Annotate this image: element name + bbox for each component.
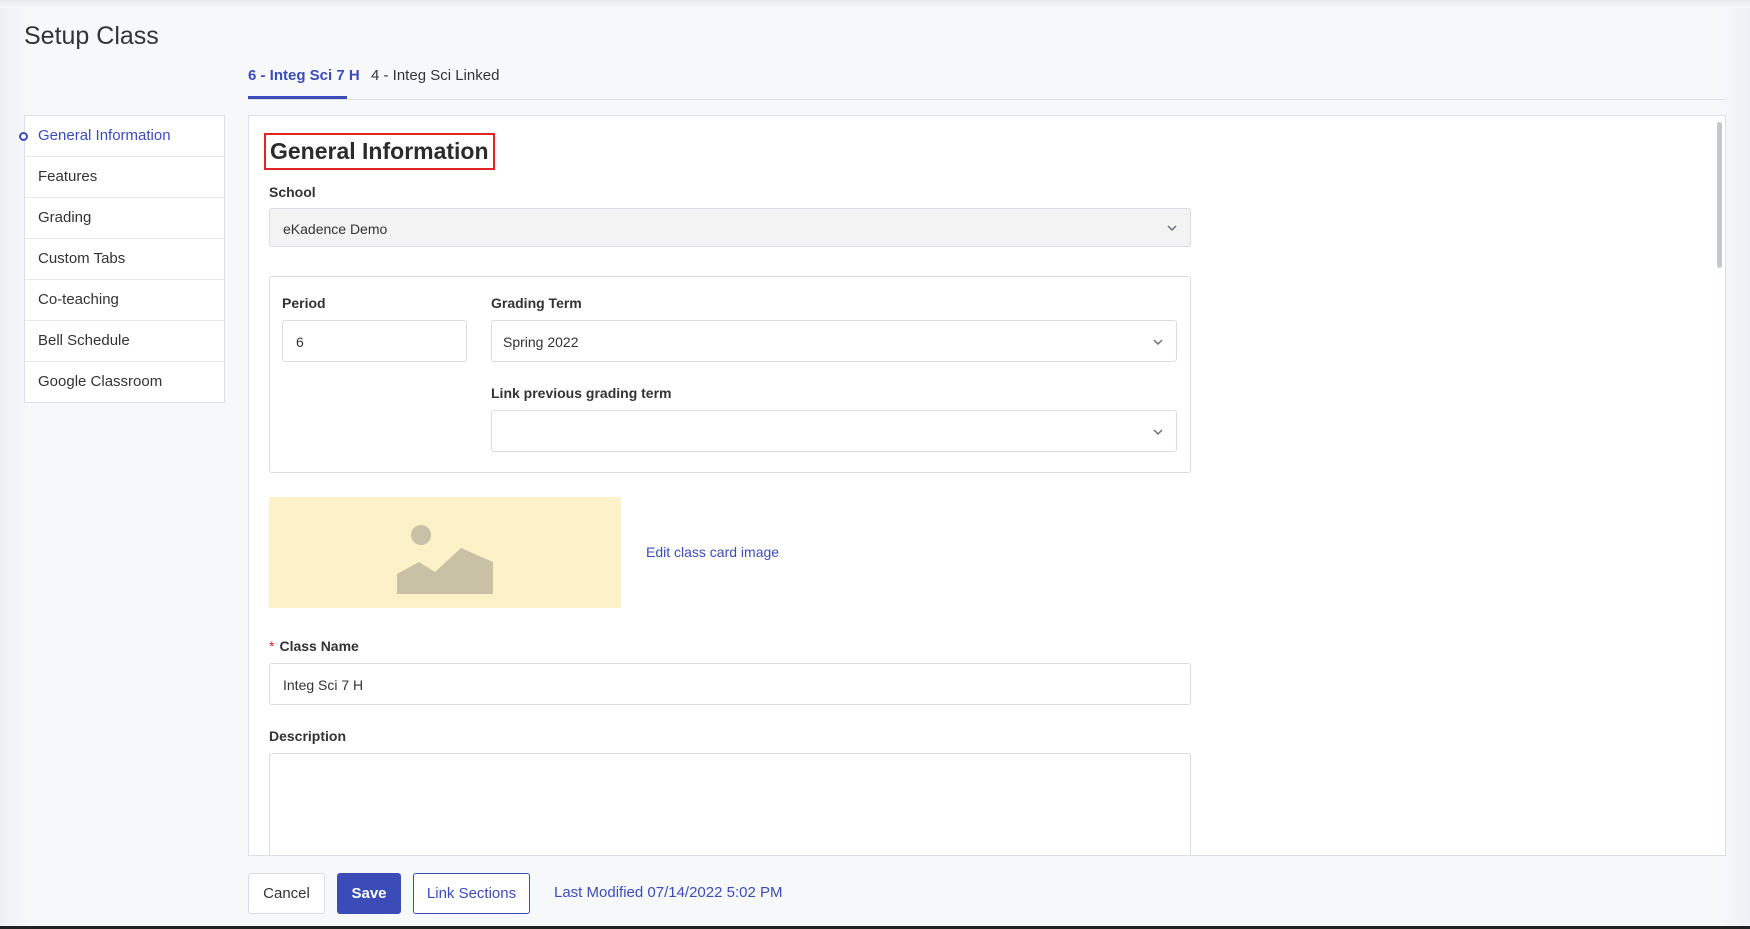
tab-integ-sci-7-h[interactable]: 6 - Integ Sci 7 H — [248, 67, 360, 84]
image-placeholder-icon — [397, 525, 493, 594]
required-marker: * — [269, 638, 275, 654]
sidebar-item-general-information[interactable]: General Information — [19, 116, 224, 157]
class-card-image — [269, 497, 621, 608]
section-title: General Information — [264, 133, 495, 170]
top-shadow — [0, 0, 1750, 8]
save-button[interactable]: Save — [337, 873, 401, 914]
sidebar-item-label: Features — [38, 168, 98, 185]
sidebar-item-grading[interactable]: Grading — [25, 198, 224, 239]
general-information-panel: General Information School eKadence Demo… — [248, 115, 1726, 856]
grading-term-select[interactable]: Spring 2022 — [491, 320, 1177, 362]
sidebar-item-label: Google Classroom — [38, 373, 163, 390]
chevron-down-icon — [1153, 339, 1163, 346]
edit-class-card-image-link[interactable]: Edit class card image — [646, 544, 779, 560]
sidebar-item-bell-schedule[interactable]: Bell Schedule — [25, 321, 224, 362]
link-sections-button[interactable]: Link Sections — [413, 873, 530, 914]
sidebar-item-google-classroom[interactable]: Google Classroom — [25, 362, 224, 402]
grading-term-label: Grading Term — [491, 295, 582, 311]
section-nav: General Information Features Grading Cus… — [19, 115, 225, 403]
sidebar-item-label: Co-teaching — [38, 291, 119, 308]
description-label: Description — [269, 728, 347, 744]
class-name-label: * Class Name — [269, 638, 359, 654]
school-label: School — [269, 184, 316, 200]
scrollbar-thumb[interactable] — [1717, 122, 1722, 268]
sidebar-item-label: Grading — [38, 209, 92, 226]
class-tabs: 6 - Integ Sci 7 H 4 - Integ Sci Linked — [248, 58, 1726, 100]
tab-integ-sci-linked[interactable]: 4 - Integ Sci Linked — [371, 67, 499, 84]
period-label: Period — [282, 295, 326, 311]
chevron-down-icon — [1153, 429, 1163, 436]
sidebar-item-label: Custom Tabs — [38, 250, 126, 267]
link-previous-term-label: Link previous grading term — [491, 385, 672, 401]
class-name-input[interactable]: Integ Sci 7 H — [269, 663, 1191, 705]
chevron-down-icon — [1167, 225, 1177, 232]
school-select[interactable]: eKadence Demo — [269, 208, 1191, 247]
class-name-value: Integ Sci 7 H — [283, 677, 364, 693]
sidebar-item-label: Bell Schedule — [38, 332, 130, 349]
grading-term-value: Spring 2022 — [503, 334, 579, 350]
school-value: eKadence Demo — [283, 221, 388, 237]
active-tab-indicator — [248, 96, 347, 99]
period-input[interactable]: 6 — [282, 320, 467, 362]
page-title: Setup Class — [24, 22, 159, 50]
sidebar-item-co-teaching[interactable]: Co-teaching — [25, 280, 224, 321]
period-value: 6 — [296, 334, 304, 350]
last-modified-text: Last Modified 07/14/2022 5:02 PM — [554, 884, 783, 901]
link-previous-term-select[interactable] — [491, 410, 1177, 452]
class-name-label-text: Class Name — [279, 638, 359, 654]
description-textarea[interactable] — [269, 753, 1191, 855]
sidebar-item-custom-tabs[interactable]: Custom Tabs — [25, 239, 224, 280]
sidebar-item-features[interactable]: Features — [25, 157, 224, 198]
period-term-group: Period 6 Grading Term Spring 2022 Link p… — [269, 276, 1191, 473]
cancel-button[interactable]: Cancel — [248, 873, 325, 914]
sidebar-item-label: General Information — [38, 127, 171, 144]
nav-active-dot-icon — [19, 132, 28, 141]
